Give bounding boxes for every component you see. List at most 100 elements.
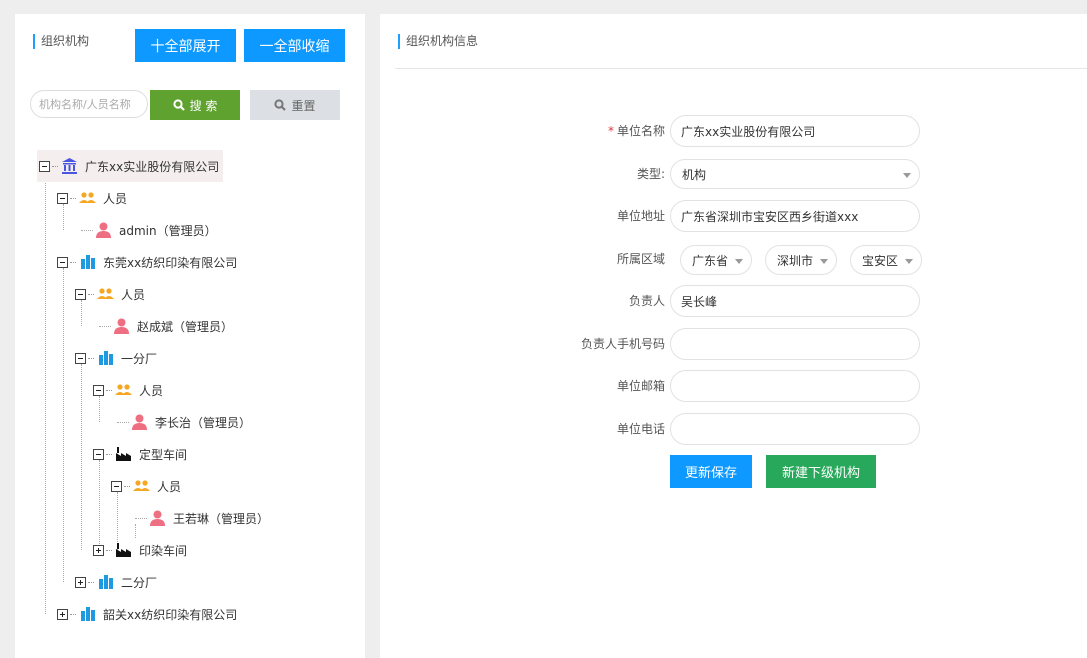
expand-all-button[interactable]: 十全部展开 bbox=[135, 29, 236, 62]
city-select-value: 深圳市 bbox=[777, 253, 814, 268]
group-icon bbox=[97, 286, 114, 303]
org-tree-title: 组织机构 bbox=[33, 34, 89, 49]
tree-node-label: admin（管理员） bbox=[119, 223, 217, 238]
tree-node-label: 东莞xx纺织印染有限公司 bbox=[103, 255, 238, 270]
unit-name-label: * 单位名称 bbox=[607, 124, 665, 138]
tree-node-label: 印染车间 bbox=[139, 543, 188, 558]
tree-node-person[interactable]: 李长治（管理员） bbox=[131, 410, 251, 434]
email-input[interactable] bbox=[670, 370, 920, 402]
leader-input[interactable] bbox=[670, 285, 920, 317]
tree-node-label: 定型车间 bbox=[139, 447, 188, 462]
tree-node-label: 李长治（管理员） bbox=[155, 415, 252, 430]
user-icon bbox=[149, 510, 166, 527]
collapse-toggle[interactable] bbox=[57, 256, 68, 268]
tree-node-label: 韶关xx纺织印染有限公司 bbox=[103, 607, 238, 622]
group-icon bbox=[133, 478, 150, 495]
address-input[interactable] bbox=[670, 200, 920, 232]
province-select[interactable]: 广东省 bbox=[680, 245, 752, 275]
province-select-value: 广东省 bbox=[692, 253, 729, 268]
unit-name-input[interactable] bbox=[670, 115, 920, 147]
leader-label: 负责人 bbox=[628, 294, 665, 308]
tree-node-factory[interactable]: 二分厂 bbox=[75, 570, 157, 594]
org-tree-panel: 组织机构 十全部展开 一全部收缩 搜 索 重置 bbox=[15, 14, 365, 658]
tree-node-company[interactable]: 东莞xx纺织印染有限公司 bbox=[57, 250, 237, 274]
email-label: 单位邮箱 bbox=[616, 379, 665, 393]
telephone-label: 单位电话 bbox=[616, 422, 665, 436]
collapse-toggle[interactable] bbox=[57, 192, 68, 204]
tree-node-people[interactable]: 人员 bbox=[111, 474, 181, 498]
tree-node-root[interactable]: 广东xx实业股份有限公司 bbox=[37, 150, 224, 182]
tree-node-person[interactable]: admin（管理员） bbox=[95, 218, 217, 242]
tree-node-label: 二分厂 bbox=[121, 575, 158, 590]
new-sub-org-button[interactable]: 新建下级机构 bbox=[766, 455, 876, 488]
group-icon bbox=[115, 382, 132, 399]
type-label: 类型: bbox=[636, 167, 665, 181]
building-icon bbox=[97, 574, 114, 591]
group-icon bbox=[79, 190, 96, 207]
tree-node-person[interactable]: 王若琳（管理员） bbox=[149, 506, 269, 530]
building-icon bbox=[97, 350, 114, 367]
tree-node-label: 广东xx实业股份有限公司 bbox=[85, 159, 220, 174]
building-icon bbox=[79, 606, 96, 623]
tree-node-people[interactable]: 人员 bbox=[93, 378, 163, 402]
tree-guide-line bbox=[135, 524, 136, 538]
expand-toggle[interactable] bbox=[57, 608, 68, 620]
tree-guide-line bbox=[63, 268, 64, 582]
tree-node-label: 人员 bbox=[103, 191, 128, 206]
user-icon bbox=[131, 414, 148, 431]
org-info-panel: 组织机构信息 * 单位名称 类型: 单位地址 所属区域 负责人 负责人手机号码 单… bbox=[380, 14, 1087, 658]
tree-node-workshop[interactable]: 印染车间 bbox=[93, 538, 187, 562]
user-icon bbox=[95, 222, 112, 239]
collapse-toggle[interactable] bbox=[75, 352, 86, 364]
address-label: 单位地址 bbox=[616, 209, 665, 223]
collapse-toggle[interactable] bbox=[93, 384, 104, 396]
tree-node-workshop[interactable]: 定型车间 bbox=[93, 442, 187, 466]
search-icon bbox=[274, 99, 287, 111]
leader-phone-label: 负责人手机号码 bbox=[580, 337, 665, 351]
tree-node-label: 人员 bbox=[157, 479, 182, 494]
collapse-all-button[interactable]: 一全部收缩 bbox=[244, 29, 345, 62]
tree-node-label: 王若琳（管理员） bbox=[173, 511, 270, 526]
expand-toggle[interactable] bbox=[75, 576, 86, 588]
tree-guide-line bbox=[81, 364, 82, 550]
form-labels: * 单位名称 类型: 单位地址 所属区域 负责人 负责人手机号码 单位邮箱 单位电… bbox=[380, 14, 665, 658]
leader-phone-input[interactable] bbox=[670, 328, 920, 360]
reset-button-label: 重置 bbox=[291, 98, 316, 113]
factory-icon bbox=[115, 446, 132, 463]
type-select[interactable]: 机构 bbox=[670, 159, 920, 189]
district-select[interactable]: 宝安区 bbox=[850, 245, 922, 275]
reset-button[interactable]: 重置 bbox=[250, 90, 340, 120]
collapse-toggle[interactable] bbox=[111, 480, 122, 492]
tree-guide-line bbox=[99, 460, 100, 550]
tree-node-label: 人员 bbox=[121, 287, 146, 302]
telephone-input[interactable] bbox=[670, 413, 920, 445]
tree-node-people[interactable]: 人员 bbox=[57, 186, 127, 210]
chevron-down-icon bbox=[820, 259, 828, 264]
search-input[interactable] bbox=[30, 90, 148, 118]
tree-node-company[interactable]: 韶关xx纺织印染有限公司 bbox=[57, 602, 237, 626]
chevron-down-icon bbox=[903, 173, 911, 178]
collapse-toggle[interactable] bbox=[39, 160, 50, 172]
tree-node-person[interactable]: 赵成斌（管理员） bbox=[113, 314, 233, 338]
district-select-value: 宝安区 bbox=[862, 253, 899, 268]
tree-node-people[interactable]: 人员 bbox=[75, 282, 145, 306]
search-icon bbox=[172, 99, 185, 111]
collapse-toggle[interactable] bbox=[75, 288, 86, 300]
factory-icon bbox=[115, 542, 132, 559]
region-label: 所属区域 bbox=[616, 252, 665, 266]
tree-node-label: 人员 bbox=[139, 383, 164, 398]
city-select[interactable]: 深圳市 bbox=[765, 245, 837, 275]
building-icon bbox=[79, 254, 96, 271]
chevron-down-icon bbox=[905, 259, 913, 264]
tree-node-label: 赵成斌（管理员） bbox=[137, 319, 234, 334]
type-select-value: 机构 bbox=[682, 167, 707, 182]
bank-icon bbox=[61, 158, 78, 175]
tree-node-factory[interactable]: 一分厂 bbox=[75, 346, 157, 370]
expand-toggle[interactable] bbox=[93, 544, 104, 556]
search-button-label: 搜 索 bbox=[189, 98, 218, 113]
update-save-button[interactable]: 更新保存 bbox=[670, 455, 752, 488]
collapse-toggle[interactable] bbox=[93, 448, 104, 460]
chevron-down-icon bbox=[735, 259, 743, 264]
search-button[interactable]: 搜 索 bbox=[150, 90, 240, 120]
tree-node-label: 一分厂 bbox=[121, 351, 158, 366]
